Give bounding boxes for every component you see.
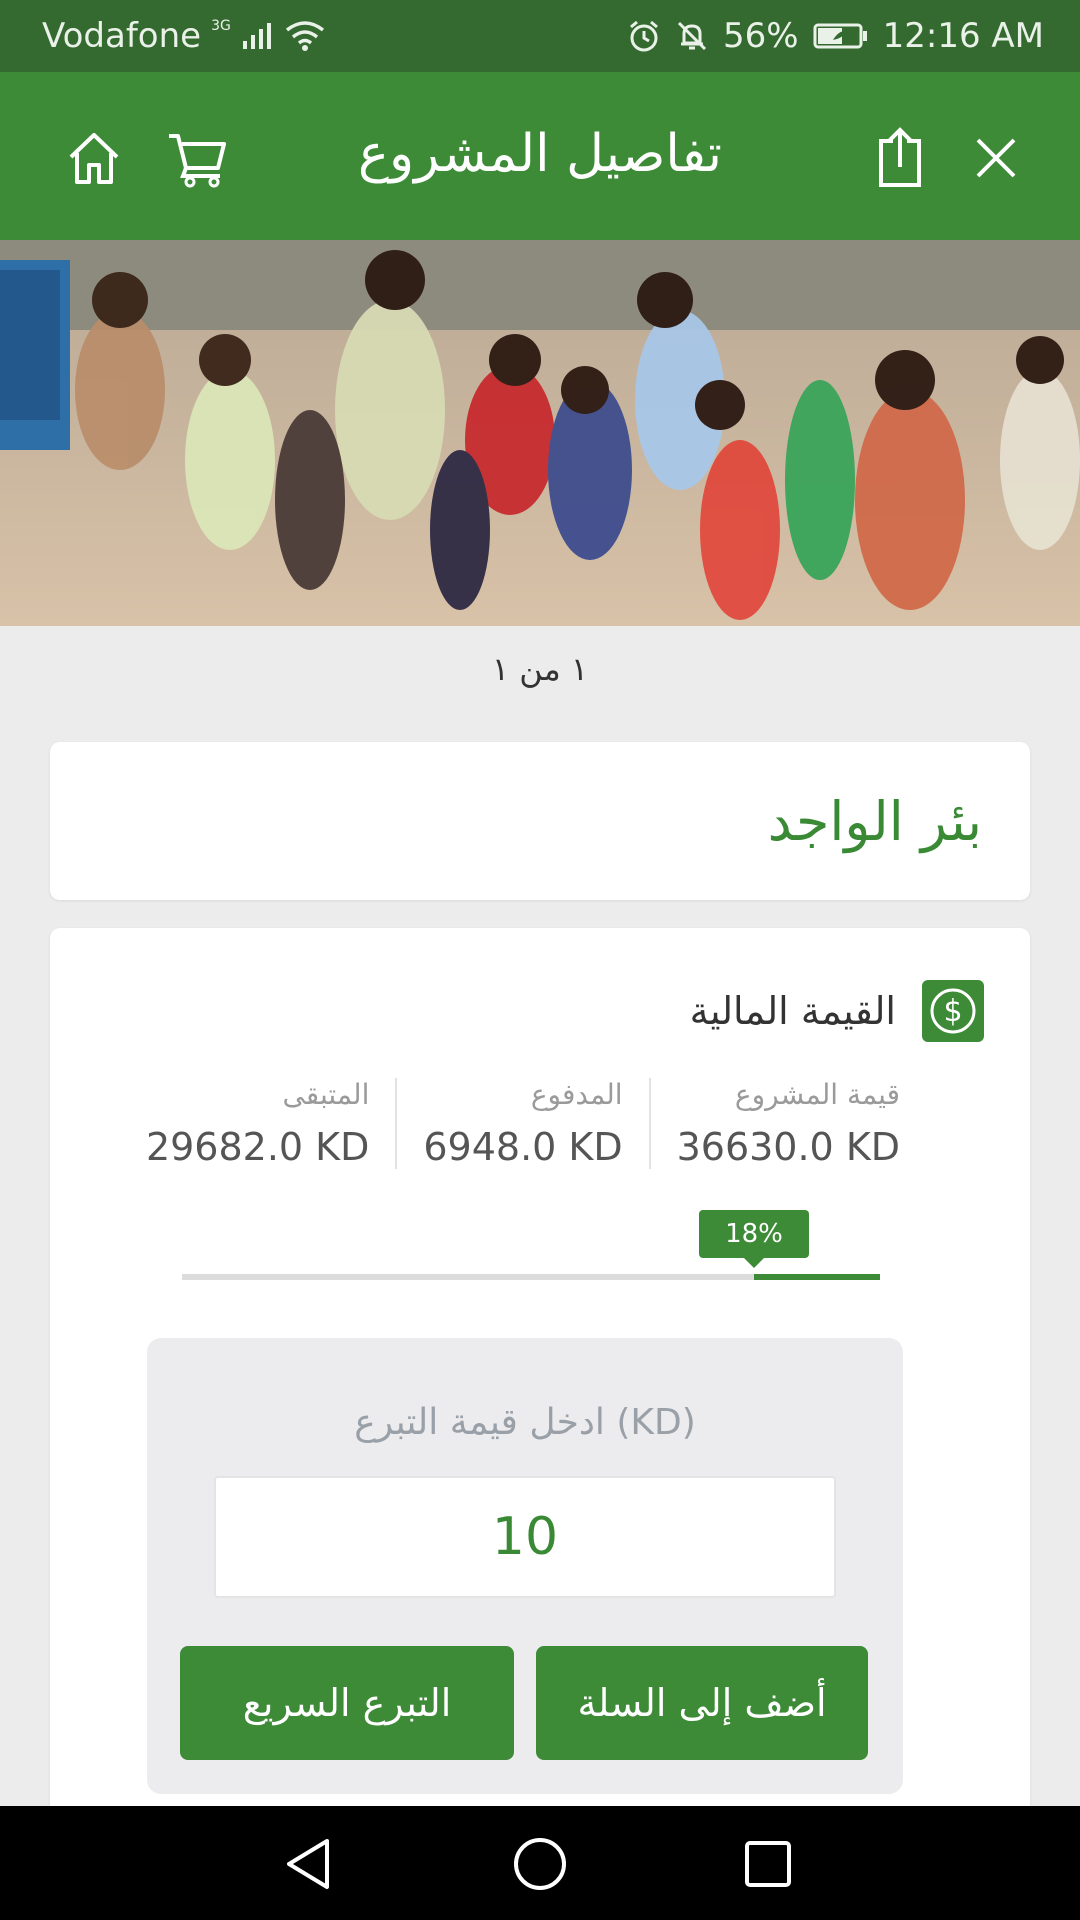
app-bar: تفاصيل المشروع — [0, 72, 1080, 240]
stat-remaining: المتبقى 29682.0 KD — [120, 1078, 395, 1169]
alarm-icon — [627, 19, 661, 53]
finance-header: $ القيمة المالية — [690, 980, 984, 1042]
donation-amount-input[interactable] — [214, 1476, 836, 1598]
back-triangle-icon — [283, 1837, 333, 1895]
network-type: 3G — [211, 18, 231, 34]
battery-percent: 56% — [723, 16, 799, 56]
stat-value: 36630.0 KD — [676, 1125, 900, 1169]
progress-percent-badge: 18% — [699, 1210, 809, 1268]
system-nav-bar — [0, 1806, 1080, 1920]
funding-progress: 18% — [182, 1210, 880, 1280]
svg-text:$: $ — [943, 994, 962, 1029]
close-icon — [974, 136, 1018, 184]
progress-fill — [754, 1274, 880, 1280]
stat-value: 6948.0 KD — [423, 1125, 623, 1169]
carrier-name: Vodafone — [42, 16, 202, 56]
recents-square-icon — [743, 1839, 793, 1893]
project-title-card: بئر الواجد — [50, 742, 1030, 900]
close-button[interactable] — [956, 120, 1036, 200]
home-nav-button[interactable] — [500, 1826, 580, 1906]
donation-box: ادخل قيمة التبرع (KD) التبرع السريع أضف … — [147, 1338, 903, 1794]
project-image[interactable] — [0, 240, 1080, 626]
share-icon — [875, 127, 925, 193]
wifi-icon — [285, 20, 325, 52]
battery-icon — [813, 22, 869, 50]
project-title: بئر الواجد — [767, 790, 982, 853]
share-button[interactable] — [860, 120, 940, 200]
stat-label: قيمة المشروع — [734, 1078, 900, 1111]
recents-button[interactable] — [728, 1826, 808, 1906]
dollar-icon: $ — [922, 980, 984, 1042]
stat-value: 29682.0 KD — [145, 1125, 370, 1169]
stat-label: المدفوع — [530, 1078, 623, 1111]
add-to-cart-button[interactable]: أضف إلى السلة — [536, 1646, 868, 1760]
finance-title: القيمة المالية — [689, 989, 896, 1033]
back-button[interactable] — [268, 1826, 348, 1906]
stat-label: المتبقى — [282, 1078, 370, 1111]
notifications-off-icon — [675, 19, 709, 53]
signal-icon — [241, 21, 275, 51]
stat-paid: المدفوع 6948.0 KD — [395, 1078, 648, 1169]
status-bar: Vodafone 3G 56% 12:16 AM — [0, 0, 1080, 72]
clock: 12:16 AM — [882, 16, 1044, 56]
image-pager: ١ من ١ — [491, 650, 589, 688]
quick-donate-button[interactable]: التبرع السريع — [180, 1646, 514, 1760]
stat-project-value: قيمة المشروع 36630.0 KD — [648, 1078, 900, 1169]
finance-stats: قيمة المشروع 36630.0 KD المدفوع 6948.0 K… — [120, 1078, 900, 1169]
finance-card: $ القيمة المالية قيمة المشروع 36630.0 KD… — [50, 928, 1030, 1920]
donation-amount-label: ادخل قيمة التبرع (KD) — [354, 1402, 696, 1443]
home-circle-icon — [512, 1836, 568, 1896]
